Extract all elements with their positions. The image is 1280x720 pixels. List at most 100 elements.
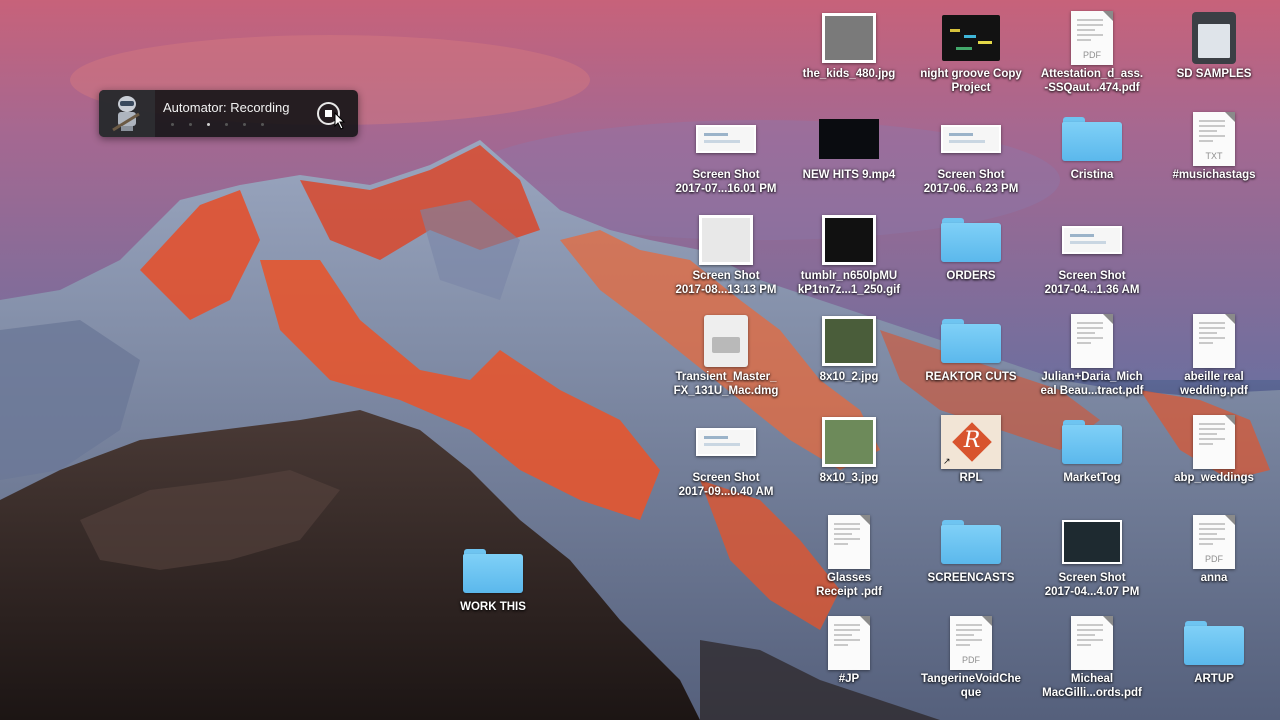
icon-graphic xyxy=(941,111,1001,167)
icon-graphic xyxy=(696,212,756,268)
icon-graphic xyxy=(941,313,1001,369)
icon-graphic xyxy=(696,111,756,167)
video-thumbnail-icon xyxy=(819,119,879,159)
icon-graphic xyxy=(941,212,1001,268)
desktop-icon-screenshot-0813[interactable]: Screen Shot 2017-08...13.13 PM xyxy=(665,207,787,307)
image-thumbnail-icon xyxy=(822,316,876,366)
desktop-icon-work-this[interactable]: WORK THIS xyxy=(432,538,554,638)
recording-step-dot xyxy=(243,123,246,126)
recording-step-dot xyxy=(261,123,264,126)
icon-label: SD SAMPLES xyxy=(1176,68,1252,80)
desktop-icon-screencasts[interactable]: SCREENCASTS xyxy=(910,509,1032,609)
icon-graphic: PDF xyxy=(1062,10,1122,66)
desktop-icon-8x10-2[interactable]: 8x10_2.jpg xyxy=(788,308,910,408)
desktop-icon-markettog[interactable]: MarketTog xyxy=(1031,409,1153,509)
desktop-icon-screenshot-0606[interactable]: Screen Shot 2017-06...6.23 PM xyxy=(910,106,1032,206)
desktop-icon-anna[interactable]: PDF anna xyxy=(1153,509,1275,609)
desktop-icon-8x10-3[interactable]: 8x10_3.jpg xyxy=(788,409,910,509)
icon-label: ARTUP xyxy=(1194,673,1234,685)
icon-label: 8x10_2.jpg xyxy=(819,371,879,383)
screenshot-thumbnail-icon xyxy=(941,125,1001,153)
desktop-icon-attestation[interactable]: PDF Attestation_d_ass. -SSQaut...474.pdf xyxy=(1031,5,1153,105)
music-project-icon xyxy=(942,15,1000,61)
icon-graphic xyxy=(1062,313,1122,369)
icon-graphic xyxy=(1062,212,1122,268)
sd-card-drive-icon xyxy=(1192,12,1236,64)
icon-label: Glasses Receipt .pdf xyxy=(816,572,882,598)
icon-graphic: R ↗ xyxy=(941,414,1001,470)
icon-graphic xyxy=(1184,615,1244,671)
desktop-icon-glasses-receipt[interactable]: Glasses Receipt .pdf xyxy=(788,509,910,609)
icon-label: tumblr_n650lpMU kP1tn7z...1_250.gif xyxy=(797,270,901,296)
desktop-icon-night-groove[interactable]: night groove Copy Project xyxy=(910,5,1032,105)
document-icon xyxy=(1193,314,1235,368)
desktop-icon-tangerine-void[interactable]: PDF TangerineVoidChe que xyxy=(910,610,1032,710)
desktop-icon-micheal-macgill[interactable]: Micheal MacGilli...ords.pdf xyxy=(1031,610,1153,710)
desktop-icon-rpl[interactable]: R ↗ RPL xyxy=(910,409,1032,509)
icon-label: NEW HITS 9.mp4 xyxy=(802,169,896,181)
icon-label: Cristina xyxy=(1070,169,1114,181)
icon-label: Screen Shot 2017-06...6.23 PM xyxy=(923,169,1019,195)
recording-step-indicator xyxy=(171,123,264,126)
image-thumbnail-icon xyxy=(822,417,876,467)
desktop-icon-abeille-real[interactable]: abeille real wedding.pdf xyxy=(1153,308,1275,408)
icon-label: ORDERS xyxy=(946,270,996,282)
icon-label: night groove Copy Project xyxy=(920,68,1022,94)
document-icon xyxy=(1193,415,1235,469)
recording-step-dot xyxy=(207,123,210,126)
icon-graphic xyxy=(819,414,879,470)
desktop-icon-reaktor-cuts[interactable]: REAKTOR CUTS xyxy=(910,308,1032,408)
folder-icon xyxy=(1062,420,1122,464)
folder-icon xyxy=(941,520,1001,564)
desktop-icon-transient-master[interactable]: Transient_Master_ FX_131U_Mac.dmg xyxy=(665,308,787,408)
screenshot-thumbnail-icon xyxy=(696,428,756,456)
icon-label: SCREENCASTS xyxy=(927,572,1015,584)
icon-graphic: TXT xyxy=(1184,111,1244,167)
icon-label: anna xyxy=(1200,572,1228,584)
icon-graphic xyxy=(463,543,523,599)
screenshot-thumbnail-icon xyxy=(1062,226,1122,254)
icon-graphic xyxy=(1062,414,1122,470)
icon-label: REAKTOR CUTS xyxy=(925,371,1017,383)
document-icon: PDF xyxy=(1193,515,1235,569)
screenshot-thumbnail-icon xyxy=(1062,520,1122,564)
image-thumbnail-icon xyxy=(699,215,753,265)
desktop-icon-artup[interactable]: ARTUP xyxy=(1153,610,1275,710)
icon-label: #JP xyxy=(838,673,860,685)
desktop-icon-sd-samples[interactable]: SD SAMPLES xyxy=(1153,5,1275,105)
desktop-icon-musichastags[interactable]: TXT #musichastags xyxy=(1153,106,1275,206)
icon-graphic xyxy=(819,111,879,167)
desktop-icon-screenshot-0909[interactable]: Screen Shot 2017-09...0.40 AM xyxy=(665,409,787,509)
desktop-icon-screenshot-0407[interactable]: Screen Shot 2017-04...4.07 PM xyxy=(1031,509,1153,609)
desktop-icon-jp[interactable]: #JP xyxy=(788,610,910,710)
icon-graphic xyxy=(1184,10,1244,66)
icon-graphic xyxy=(819,313,879,369)
desktop-icon-the-kids-480[interactable]: the_kids_480.jpg xyxy=(788,5,910,105)
folder-icon xyxy=(1062,117,1122,161)
document-icon: PDF xyxy=(1071,11,1113,65)
desktop-icon-screenshot-0401[interactable]: Screen Shot 2017-04...1.36 AM xyxy=(1031,207,1153,307)
recording-step-dot xyxy=(189,123,192,126)
document-icon: PDF xyxy=(950,616,992,670)
screenshot-thumbnail-icon xyxy=(696,125,756,153)
icon-graphic xyxy=(819,615,879,671)
icon-graphic xyxy=(696,313,756,369)
icon-label: Screen Shot 2017-09...0.40 AM xyxy=(678,472,774,498)
icon-label: Screen Shot 2017-04...4.07 PM xyxy=(1044,572,1140,598)
icon-label: abp_weddings xyxy=(1174,472,1254,484)
image-thumbnail-icon xyxy=(822,215,876,265)
desktop-icon-screenshot-0701[interactable]: Screen Shot 2017-07...16.01 PM xyxy=(665,106,787,206)
icon-graphic xyxy=(819,10,879,66)
desktop-icon-abp-weddings[interactable]: abp_weddings xyxy=(1153,409,1275,509)
icon-label: Screen Shot 2017-07...16.01 PM xyxy=(675,169,777,195)
recording-step-dot xyxy=(225,123,228,126)
desktop-icon-cristina[interactable]: Cristina xyxy=(1031,106,1153,206)
desktop-icon-orders[interactable]: ORDERS xyxy=(910,207,1032,307)
icon-graphic xyxy=(819,212,879,268)
desktop-icon-tumblr-gif[interactable]: tumblr_n650lpMU kP1tn7z...1_250.gif xyxy=(788,207,910,307)
desktop[interactable]: Automator: Recording the_kids_480.jpg nig… xyxy=(0,0,1280,720)
desktop-icon-new-hits-9[interactable]: NEW HITS 9.mp4 xyxy=(788,106,910,206)
recording-step-dot xyxy=(171,123,174,126)
desktop-icon-julian-daria[interactable]: Julian+Daria_Mich eal Beau...tract.pdf xyxy=(1031,308,1153,408)
icon-label: Screen Shot 2017-04...1.36 AM xyxy=(1044,270,1140,296)
